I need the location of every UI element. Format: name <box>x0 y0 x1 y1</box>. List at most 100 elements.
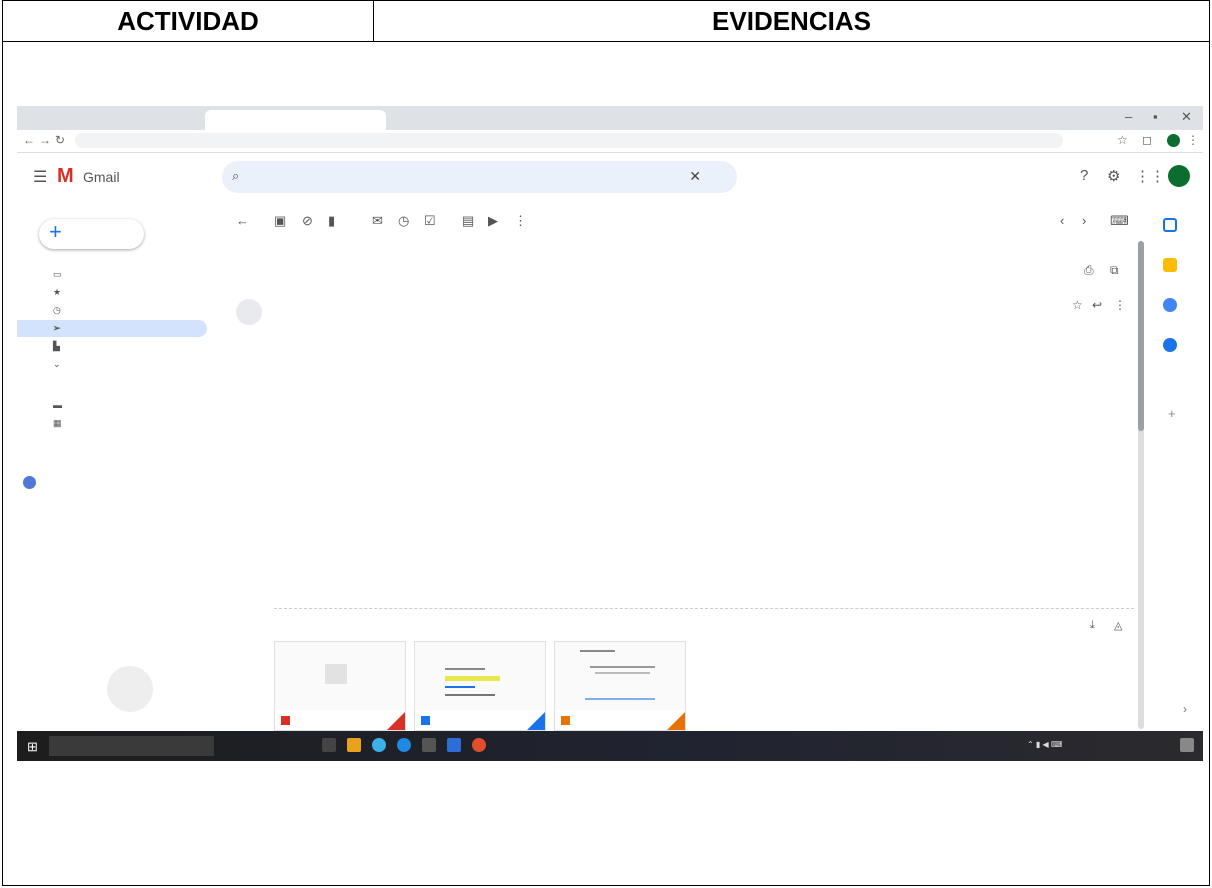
attachment-card[interactable] <box>554 641 686 731</box>
close-icon[interactable]: ✕ <box>1181 109 1192 125</box>
preview-highlight <box>445 676 500 681</box>
preview-line <box>445 694 495 696</box>
preview-line <box>445 686 475 688</box>
browser-tab[interactable] <box>25 110 216 130</box>
browser-addressbar: ← → ↻ ☆ ◻ ⋮ <box>17 130 1203 153</box>
add-addon-icon[interactable]: + <box>1168 406 1176 421</box>
attachment-corner <box>527 712 545 730</box>
browser-tab[interactable] <box>375 110 546 130</box>
maximize-icon[interactable]: ▪ <box>1153 109 1158 124</box>
file-type-icon <box>561 716 570 725</box>
attachment-card[interactable] <box>414 641 546 731</box>
gmail-header: ☰ M Gmail ⌕ ✕ ? ⚙ ⋮⋮ <box>17 153 1203 201</box>
open-new-window-icon[interactable]: ⧉ <box>1110 263 1119 278</box>
gmail-wordmark: Gmail <box>83 169 120 185</box>
tray-icons[interactable]: ⌃ ▮ ◀ ⌨ <box>1027 740 1062 749</box>
scrollbar-thumb[interactable] <box>1138 241 1144 431</box>
minimize-icon[interactable]: – <box>1125 109 1132 124</box>
move-to-icon[interactable]: ▤ <box>462 213 474 229</box>
add-to-drive-icon[interactable]: ◬ <box>1114 619 1122 632</box>
clear-search-icon[interactable]: ✕ <box>689 168 701 185</box>
expand-panel-icon[interactable]: › <box>1183 702 1187 716</box>
back-icon[interactable]: ← <box>23 133 35 147</box>
word-icon[interactable] <box>447 738 461 752</box>
chrome-icon[interactable] <box>472 738 486 752</box>
label-icon: ▦ <box>53 418 62 428</box>
file-explorer-icon[interactable] <box>347 738 361 752</box>
profile-avatar[interactable] <box>1167 134 1180 147</box>
attachment-corner <box>667 712 685 730</box>
more-icon[interactable]: ⋮ <box>1114 298 1126 312</box>
sidebar-item-inbox[interactable]: ▭ <box>17 266 207 283</box>
url-field[interactable] <box>75 133 1063 148</box>
col2-header: EVIDENCIAS <box>712 6 871 36</box>
sidebar-item-sent[interactable]: ➢ <box>17 320 207 337</box>
browser-tabbar: – ▪ ✕ <box>17 106 1203 130</box>
draft-icon: ▙ <box>53 341 60 351</box>
next-email-icon[interactable]: › <box>1082 213 1086 228</box>
apps-grid-icon[interactable]: ⋮⋮ <box>1135 167 1165 185</box>
preview-line <box>445 668 485 670</box>
download-all-icon[interactable]: ⤓ <box>1090 619 1095 632</box>
gmail-logo-icon[interactable]: M <box>57 165 74 188</box>
windows-taskbar: ⊞ ⌃ ▮ ◀ ⌨ <box>17 731 1203 761</box>
gear-icon[interactable]: ⚙ <box>1107 167 1120 185</box>
windows-start-icon[interactable]: ⊞ <box>27 739 38 755</box>
gmail-sidebar: + ▭ ★ ◷ ➢ ▙ ⌄ ▬ ▦ <box>17 201 222 761</box>
mark-unread-icon[interactable]: ✉ <box>372 213 383 229</box>
sidebar-label[interactable]: ▬ <box>17 397 207 414</box>
email-scrollbar[interactable] <box>1138 241 1144 729</box>
notifications-icon[interactable] <box>1180 738 1194 752</box>
star-icon[interactable]: ☆ <box>1072 298 1083 312</box>
search-input[interactable]: ⌕ ✕ <box>222 161 737 193</box>
support-icon[interactable]: ? <box>1080 167 1088 184</box>
archive-icon[interactable]: ▣ <box>274 213 286 229</box>
sender-avatar <box>236 299 262 325</box>
file-placeholder-icon <box>325 664 347 684</box>
compose-button[interactable]: + <box>39 219 144 249</box>
tasks-icon[interactable] <box>1163 298 1177 312</box>
star-icon: ★ <box>53 287 62 297</box>
sidebar-item-starred[interactable]: ★ <box>17 284 207 301</box>
report-spam-icon[interactable]: ⊘ <box>302 213 313 229</box>
hangouts-placeholder-icon <box>107 666 153 712</box>
print-icon[interactable]: ⎙ <box>1084 263 1094 278</box>
account-avatar[interactable] <box>1168 165 1190 187</box>
menu-icon[interactable]: ☰ <box>33 167 47 187</box>
task-view-icon[interactable] <box>322 738 336 752</box>
forward-icon[interactable]: → <box>39 133 51 147</box>
browser-icon[interactable] <box>397 738 411 752</box>
keep-icon[interactable] <box>1163 258 1177 272</box>
more-options-icon[interactable]: ⋮ <box>514 213 527 229</box>
more-icon[interactable]: ⋮ <box>1187 133 1199 147</box>
chevron-down-icon: ⌄ <box>53 359 61 369</box>
taskbar-search-input[interactable] <box>49 736 214 756</box>
extension-icon[interactable]: ◻ <box>1142 133 1152 147</box>
attachment-card[interactable] <box>274 641 406 731</box>
add-task-icon[interactable]: ☑ <box>424 213 436 229</box>
back-arrow-icon[interactable]: ← <box>236 213 249 228</box>
delete-icon[interactable]: ▮ <box>328 213 335 229</box>
star-icon[interactable]: ☆ <box>1117 133 1128 147</box>
reply-icon[interactable]: ↩ <box>1092 298 1102 312</box>
keyboard-icon[interactable]: ⌨ <box>1110 213 1129 229</box>
prev-email-icon[interactable]: ‹ <box>1060 213 1064 228</box>
hangouts-user[interactable] <box>17 474 207 491</box>
sidebar-item-more[interactable]: ⌄ <box>17 356 207 373</box>
sidebar-item-snoozed[interactable]: ◷ <box>17 302 207 319</box>
store-icon[interactable] <box>422 738 436 752</box>
sidebar-label[interactable]: ▦ <box>17 415 207 432</box>
calendar-icon[interactable] <box>1163 218 1177 232</box>
label-icon[interactable]: ▶ <box>488 213 498 229</box>
contacts-icon[interactable] <box>1163 338 1177 352</box>
browser-tab[interactable] <box>535 110 771 130</box>
header-divider <box>3 41 1209 42</box>
sidebar-item-drafts[interactable]: ▙ <box>17 338 207 355</box>
reload-icon[interactable]: ↻ <box>55 133 65 147</box>
edge-icon[interactable] <box>372 738 386 752</box>
plus-icon: + <box>49 219 62 244</box>
snooze-icon[interactable]: ◷ <box>398 213 409 229</box>
search-icon[interactable]: ⌕ <box>232 168 239 184</box>
preview-line <box>595 672 650 674</box>
browser-tab-active[interactable] <box>205 110 386 130</box>
